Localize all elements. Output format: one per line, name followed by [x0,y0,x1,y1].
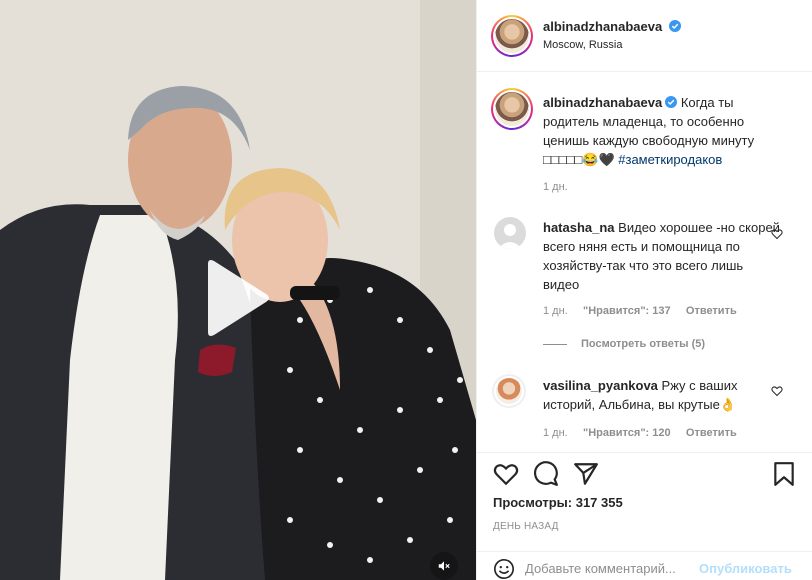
play-button[interactable] [200,258,272,338]
post-media-video[interactable] [0,0,476,580]
comment-meta: 1 дн. "Нравится": 137 Ответить [543,305,737,317]
default-user-icon [498,224,522,249]
post-caption: albinadzhanabaeva Когда ты родитель млад… [543,93,783,169]
comment-composer: Опубликовать [477,551,812,580]
caption-age: 1 дн. [543,181,568,193]
heart-icon[interactable] [493,461,519,487]
verified-badge-icon [668,20,681,32]
comment-meta: 1 дн. "Нравится": 120 Ответить [543,427,737,439]
views-count[interactable]: Просмотры: 317 355 [493,495,623,510]
caption-hashtag-link[interactable]: #заметкиродаков [618,152,722,167]
comment-age: 1 дн. [543,427,568,439]
comment-bubble-icon[interactable] [533,461,559,487]
post-header: albinadzhanabaeva Moscow, Russia [477,0,812,72]
smiley-icon[interactable] [493,558,515,580]
publish-button[interactable]: Опубликовать [699,561,792,576]
play-icon [208,260,269,336]
views-value: 317 355 [575,495,623,510]
replies-divider-line [543,343,567,345]
commenter-avatar[interactable] [492,374,526,408]
comment-age: 1 дн. [543,305,568,317]
paper-plane-icon[interactable] [573,461,599,487]
post-location[interactable]: Moscow, Russia [543,39,622,51]
comment-reply-button[interactable]: Ответить [686,305,737,317]
comment-likes-count[interactable]: "Нравится": 137 [583,305,671,317]
comment-username[interactable]: vasilina_pyankova [543,378,658,393]
post-timestamp[interactable]: ДЕНЬ НАЗАД [493,521,559,532]
comment-body: vasilina_pyankova Ржу с ваших историй, А… [543,376,783,414]
post-sidebar: albinadzhanabaeva Moscow, Russia albinad… [476,0,812,580]
comments-section: albinadzhanabaeva Когда ты родитель млад… [477,72,812,452]
comment-username[interactable]: hatasha_na [543,220,615,235]
muted-speaker-icon [438,561,450,571]
mute-toggle-button[interactable] [430,552,458,580]
caption-emoji: □□□□□😂🖤 [543,152,615,167]
commenter-avatar[interactable] [494,217,526,249]
view-replies-label: Посмотреть ответы (5) [581,338,706,350]
comment-input[interactable] [525,556,695,580]
comment-body: hatasha_na Видео хорошее -но скорей всег… [543,218,783,294]
post-actions: Просмотры: 317 355 ДЕНЬ НАЗАД Опубликова… [477,452,812,580]
comment-like-heart-icon[interactable] [771,385,783,397]
views-label: Просмотры: [493,495,573,510]
author-avatar[interactable] [491,15,533,57]
comment-like-heart-icon[interactable] [771,228,783,240]
author-username[interactable]: albinadzhanabaeva [543,19,662,34]
comment-likes-count[interactable]: "Нравится": 120 [583,427,671,439]
view-replies-button[interactable]: Посмотреть ответы (5) [543,338,705,350]
caption-author-avatar[interactable] [491,88,533,130]
verified-badge-icon [665,96,678,108]
bookmark-icon[interactable] [771,461,797,487]
caption-username[interactable]: albinadzhanabaeva [543,95,662,110]
comment-reply-button[interactable]: Ответить [686,427,737,439]
